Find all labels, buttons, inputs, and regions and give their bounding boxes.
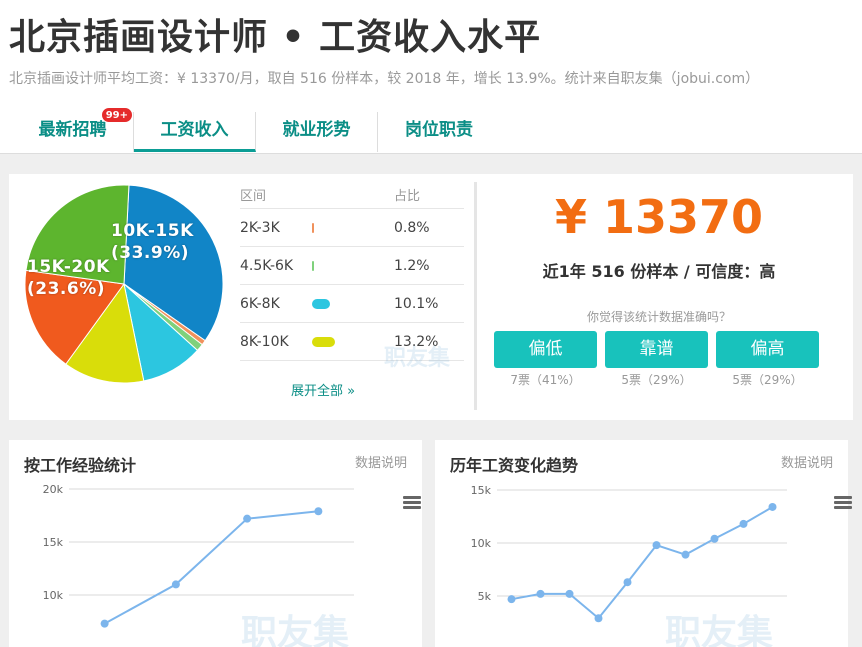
sample-info: 近1年 516 份样本 / 可信度：高	[542, 262, 776, 281]
pie-label-15k-20k: 15K-20K (23.6%)	[27, 257, 110, 299]
data-point[interactable]	[710, 534, 719, 543]
tab-latest-jobs[interactable]: 最新招聘 99+	[12, 107, 134, 152]
pct-value: 1.2%	[394, 257, 430, 274]
header-pct: 占比	[394, 189, 421, 204]
series-line	[104, 510, 319, 625]
salary-pie-chart: 10K-15K (33.9%) 15K-20K (23.6%)	[24, 184, 224, 384]
vote-high-button[interactable]: 偏高	[716, 331, 819, 368]
data-point[interactable]	[652, 541, 661, 550]
distribution-header: 区间 占比	[240, 181, 464, 209]
data-point[interactable]	[594, 614, 603, 623]
data-point[interactable]	[314, 507, 323, 516]
page-subtitle: 北京插画设计师平均工资：¥ 13370/月，取自 516 份样本，较 2018 …	[9, 71, 760, 87]
data-point[interactable]	[565, 589, 574, 598]
data-point[interactable]	[243, 514, 252, 523]
pct-bar	[312, 222, 314, 233]
tab-label: 最新招聘	[38, 120, 107, 140]
chart-menu-icon[interactable]	[403, 496, 421, 510]
tab-label: 就业形势	[282, 120, 351, 140]
page-header: 北京插画设计师 • 工资收入水平 北京插画设计师平均工资：¥ 13370/月，取…	[0, 0, 862, 154]
trend-line-chart: 15k 10k 5k	[471, 484, 787, 623]
table-row: 6K-8K 10.1%	[240, 285, 464, 323]
data-point[interactable]	[623, 578, 632, 587]
tab-label: 岗位职责	[405, 120, 473, 140]
data-point[interactable]	[507, 595, 516, 604]
table-row: 2K-3K 0.8%	[240, 209, 464, 247]
vote-accurate-count: 5票（29%）	[621, 373, 692, 387]
data-point[interactable]	[536, 589, 545, 598]
new-jobs-badge: 99+	[100, 107, 133, 123]
page-title: 北京插画设计师 • 工资收入水平	[9, 17, 542, 58]
tab-employment[interactable]: 就业形势	[256, 112, 378, 152]
y-tick-label: 15k	[471, 484, 492, 497]
y-tick-label: 10k	[43, 589, 64, 602]
tab-bar: 最新招聘 99+ 工资收入 就业形势 岗位职责	[12, 107, 500, 154]
y-tick-label: 10k	[471, 537, 492, 550]
range-label: 8K-10K	[240, 333, 289, 350]
pct-value: 13.2%	[394, 333, 439, 350]
vote-accurate-button[interactable]: 靠谱	[605, 331, 708, 368]
divider	[474, 182, 477, 410]
y-tick-label: 15k	[43, 536, 64, 549]
accuracy-question: 你觉得该统计数据准确吗？	[586, 310, 731, 324]
data-point[interactable]	[768, 502, 777, 511]
experience-chart-card: 按工作经验统计 数据说明 20k 15k 10k 职友集	[9, 440, 422, 647]
vote-low-button[interactable]: 偏低	[494, 331, 597, 368]
pct-bar	[312, 298, 330, 309]
distribution-table: 区间 占比 2K-3K 0.8% 4.5K-6K 1.2% 6K-8K 10.1…	[240, 181, 464, 361]
range-label: 4.5K-6K	[240, 257, 294, 274]
tab-duties[interactable]: 岗位职责	[378, 112, 500, 152]
pct-bar	[312, 260, 314, 271]
data-point[interactable]	[739, 519, 748, 528]
pct-bar	[312, 336, 335, 347]
trend-chart-card: 历年工资变化趋势 数据说明 15k 10k 5k 职友集	[435, 440, 852, 647]
data-point[interactable]	[171, 580, 180, 589]
vote-high-count: 5票（29%）	[732, 373, 803, 387]
data-point[interactable]	[100, 619, 109, 628]
header-range: 区间	[240, 189, 267, 204]
range-label: 6K-8K	[240, 295, 280, 312]
pct-value: 10.1%	[394, 295, 439, 312]
y-tick-label: 5k	[478, 590, 492, 603]
data-point[interactable]	[681, 550, 690, 559]
experience-line-chart: 20k 15k 10k	[43, 483, 354, 628]
pct-value: 0.8%	[394, 219, 430, 236]
y-tick-label: 20k	[43, 483, 64, 496]
vote-low-count: 7票（41%）	[510, 373, 581, 387]
series-line	[511, 506, 774, 620]
average-salary: ¥ 13370	[554, 190, 764, 244]
expand-all-link[interactable]: 展开全部 »	[291, 380, 355, 399]
tab-label: 工资收入	[160, 120, 229, 140]
tab-salary[interactable]: 工资收入	[134, 112, 256, 152]
range-label: 2K-3K	[240, 219, 280, 236]
chart-menu-icon[interactable]	[834, 496, 852, 510]
table-row: 8K-10K 13.2%	[240, 323, 464, 361]
table-row: 4.5K-6K 1.2%	[240, 247, 464, 285]
pie-label-10k-15k: 10K-15K (33.9%)	[111, 221, 194, 263]
salary-distribution-card: 10K-15K (33.9%) 15K-20K (23.6%) 区间 占比 2K…	[9, 174, 853, 420]
